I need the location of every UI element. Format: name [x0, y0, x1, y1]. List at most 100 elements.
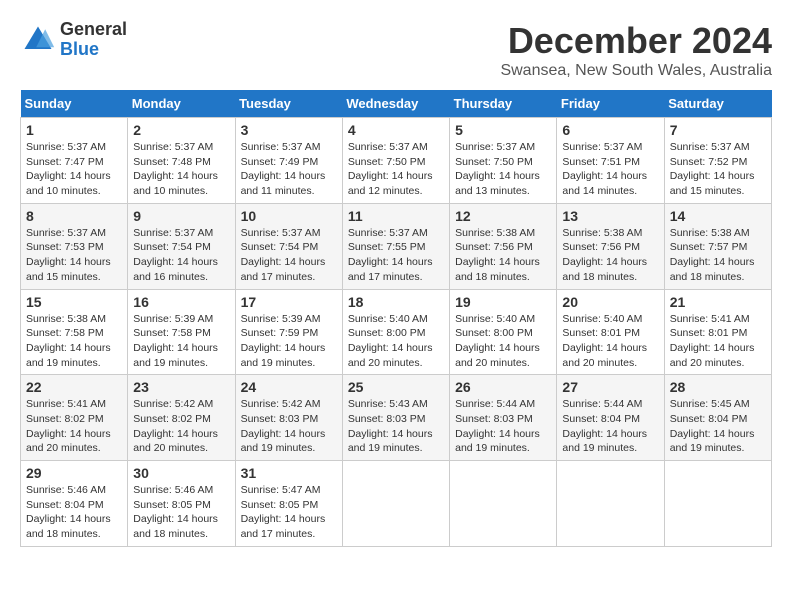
cell-day: 27 [562, 379, 658, 395]
calendar-cell-10: 10 Sunrise: 5:37 AMSunset: 7:54 PMDayligh… [235, 203, 342, 289]
calendar-cell-3: 3Sunrise: 5:37 AMSunset: 7:49 PMDaylight… [235, 118, 342, 204]
calendar-cell-11: 11 Sunrise: 5:37 AMSunset: 7:55 PMDayligh… [342, 203, 449, 289]
header-wednesday: Wednesday [342, 90, 449, 118]
cell-day: 30 [133, 465, 229, 481]
calendar-cell-6: 6 Sunrise: 5:37 AMSunset: 7:51 PMDaylight… [557, 118, 664, 204]
cell-day: 2 [133, 122, 229, 138]
cell-info: Sunrise: 5:37 AMSunset: 7:51 PMDaylight:… [562, 140, 658, 199]
logo: General Blue [20, 20, 127, 60]
calendar-cell-14: 14 Sunrise: 5:38 AMSunset: 7:57 PMDayligh… [664, 203, 771, 289]
calendar-cell-8: 8Sunrise: 5:37 AMSunset: 7:53 PMDaylight… [21, 203, 128, 289]
cell-day: 22 [26, 379, 122, 395]
cell-day: 10 [241, 208, 337, 224]
calendar-title: December 2024 [500, 20, 772, 62]
calendar-cell-9: 9 Sunrise: 5:37 AMSunset: 7:54 PMDaylight… [128, 203, 235, 289]
week-row-3: 15 Sunrise: 5:38 AMSunset: 7:58 PMDayligh… [21, 289, 772, 375]
cell-day: 13 [562, 208, 658, 224]
cell-info: Sunrise: 5:37 AMSunset: 7:55 PMDaylight:… [348, 226, 444, 285]
cell-day: 16 [133, 294, 229, 310]
cell-info: Sunrise: 5:43 AMSunset: 8:03 PMDaylight:… [348, 397, 444, 456]
cell-info: Sunrise: 5:37 AMSunset: 7:52 PMDaylight:… [670, 140, 766, 199]
cell-day: 28 [670, 379, 766, 395]
logo-blue: Blue [60, 40, 127, 60]
cell-info: Sunrise: 5:46 AMSunset: 8:05 PMDaylight:… [133, 483, 229, 542]
cell-day: 9 [133, 208, 229, 224]
calendar-cell-12: 12 Sunrise: 5:38 AMSunset: 7:56 PMDayligh… [450, 203, 557, 289]
calendar-cell-13: 13 Sunrise: 5:38 AMSunset: 7:56 PMDayligh… [557, 203, 664, 289]
cell-day: 25 [348, 379, 444, 395]
cell-info: Sunrise: 5:37 AMSunset: 7:50 PMDaylight:… [348, 140, 444, 199]
calendar-cell-24: 24Sunrise: 5:42 AMSunset: 8:03 PMDayligh… [235, 375, 342, 461]
cell-day: 21 [670, 294, 766, 310]
cell-info: Sunrise: 5:39 AMSunset: 7:59 PMDaylight:… [241, 312, 337, 371]
week-row-2: 8Sunrise: 5:37 AMSunset: 7:53 PMDaylight… [21, 203, 772, 289]
cell-info: Sunrise: 5:38 AMSunset: 7:58 PMDaylight:… [26, 312, 122, 371]
cell-info: Sunrise: 5:37 AMSunset: 7:50 PMDaylight:… [455, 140, 551, 199]
week-row-1: 1 Sunrise: 5:37 AMSunset: 7:47 PMDaylight… [21, 118, 772, 204]
cell-info: Sunrise: 5:38 AMSunset: 7:56 PMDaylight:… [562, 226, 658, 285]
calendar-subtitle: Swansea, New South Wales, Australia [500, 62, 772, 80]
cell-info: Sunrise: 5:47 AMSunset: 8:05 PMDaylight:… [241, 483, 337, 542]
cell-day: 20 [562, 294, 658, 310]
cell-info: Sunrise: 5:38 AMSunset: 7:57 PMDaylight:… [670, 226, 766, 285]
calendar-cell-5: 5Sunrise: 5:37 AMSunset: 7:50 PMDaylight… [450, 118, 557, 204]
cell-info: Sunrise: 5:37 AMSunset: 7:49 PMDaylight:… [241, 140, 337, 199]
empty-cell [342, 461, 449, 547]
calendar-cell-28: 28 Sunrise: 5:45 AMSunset: 8:04 PMDayligh… [664, 375, 771, 461]
cell-day: 12 [455, 208, 551, 224]
calendar-cell-27: 27 Sunrise: 5:44 AMSunset: 8:04 PMDayligh… [557, 375, 664, 461]
cell-info: Sunrise: 5:41 AMSunset: 8:02 PMDaylight:… [26, 397, 122, 456]
cell-day: 18 [348, 294, 444, 310]
cell-day: 26 [455, 379, 551, 395]
cell-info: Sunrise: 5:39 AMSunset: 7:58 PMDaylight:… [133, 312, 229, 371]
calendar-cell-31: 31 Sunrise: 5:47 AMSunset: 8:05 PMDayligh… [235, 461, 342, 547]
cell-info: Sunrise: 5:40 AMSunset: 8:00 PMDaylight:… [455, 312, 551, 371]
calendar-cell-26: 26Sunrise: 5:44 AMSunset: 8:03 PMDayligh… [450, 375, 557, 461]
cell-info: Sunrise: 5:37 AMSunset: 7:54 PMDaylight:… [133, 226, 229, 285]
logo-general: General [60, 20, 127, 40]
cell-day: 6 [562, 122, 658, 138]
calendar-cell-25: 25 Sunrise: 5:43 AMSunset: 8:03 PMDayligh… [342, 375, 449, 461]
header-tuesday: Tuesday [235, 90, 342, 118]
header-sunday: Sunday [21, 90, 128, 118]
cell-info: Sunrise: 5:38 AMSunset: 7:56 PMDaylight:… [455, 226, 551, 285]
calendar-cell-18: 18 Sunrise: 5:40 AMSunset: 8:00 PMDayligh… [342, 289, 449, 375]
header-monday: Monday [128, 90, 235, 118]
cell-info: Sunrise: 5:42 AMSunset: 8:03 PMDaylight:… [241, 397, 337, 456]
cell-info: Sunrise: 5:37 AMSunset: 7:53 PMDaylight:… [26, 226, 122, 285]
cell-day: 1 [26, 122, 122, 138]
calendar-table: Sunday Monday Tuesday Wednesday Thursday… [20, 90, 772, 547]
calendar-cell-29: 29Sunrise: 5:46 AMSunset: 8:04 PMDayligh… [21, 461, 128, 547]
header-thursday: Thursday [450, 90, 557, 118]
weekday-header-row: Sunday Monday Tuesday Wednesday Thursday… [21, 90, 772, 118]
empty-cell [450, 461, 557, 547]
cell-day: 17 [241, 294, 337, 310]
calendar-cell-1: 1 Sunrise: 5:37 AMSunset: 7:47 PMDaylight… [21, 118, 128, 204]
logo-text: General Blue [60, 20, 127, 60]
calendar-cell-19: 19Sunrise: 5:40 AMSunset: 8:00 PMDayligh… [450, 289, 557, 375]
calendar-cell-7: 7Sunrise: 5:37 AMSunset: 7:52 PMDaylight… [664, 118, 771, 204]
cell-info: Sunrise: 5:37 AMSunset: 7:54 PMDaylight:… [241, 226, 337, 285]
week-row-5: 29Sunrise: 5:46 AMSunset: 8:04 PMDayligh… [21, 461, 772, 547]
calendar-cell-20: 20Sunrise: 5:40 AMSunset: 8:01 PMDayligh… [557, 289, 664, 375]
cell-day: 29 [26, 465, 122, 481]
cell-info: Sunrise: 5:40 AMSunset: 8:00 PMDaylight:… [348, 312, 444, 371]
cell-day: 15 [26, 294, 122, 310]
calendar-cell-16: 16 Sunrise: 5:39 AMSunset: 7:58 PMDayligh… [128, 289, 235, 375]
cell-info: Sunrise: 5:44 AMSunset: 8:04 PMDaylight:… [562, 397, 658, 456]
cell-day: 23 [133, 379, 229, 395]
header-friday: Friday [557, 90, 664, 118]
calendar-cell-15: 15 Sunrise: 5:38 AMSunset: 7:58 PMDayligh… [21, 289, 128, 375]
empty-cell [557, 461, 664, 547]
cell-day: 14 [670, 208, 766, 224]
cell-info: Sunrise: 5:45 AMSunset: 8:04 PMDaylight:… [670, 397, 766, 456]
empty-cell [664, 461, 771, 547]
calendar-cell-4: 4Sunrise: 5:37 AMSunset: 7:50 PMDaylight… [342, 118, 449, 204]
cell-info: Sunrise: 5:37 AMSunset: 7:48 PMDaylight:… [133, 140, 229, 199]
cell-day: 11 [348, 208, 444, 224]
cell-day: 31 [241, 465, 337, 481]
cell-info: Sunrise: 5:37 AMSunset: 7:47 PMDaylight:… [26, 140, 122, 199]
calendar-cell-22: 22 Sunrise: 5:41 AMSunset: 8:02 PMDayligh… [21, 375, 128, 461]
header-saturday: Saturday [664, 90, 771, 118]
page-header: General Blue December 2024 Swansea, New … [20, 20, 772, 80]
